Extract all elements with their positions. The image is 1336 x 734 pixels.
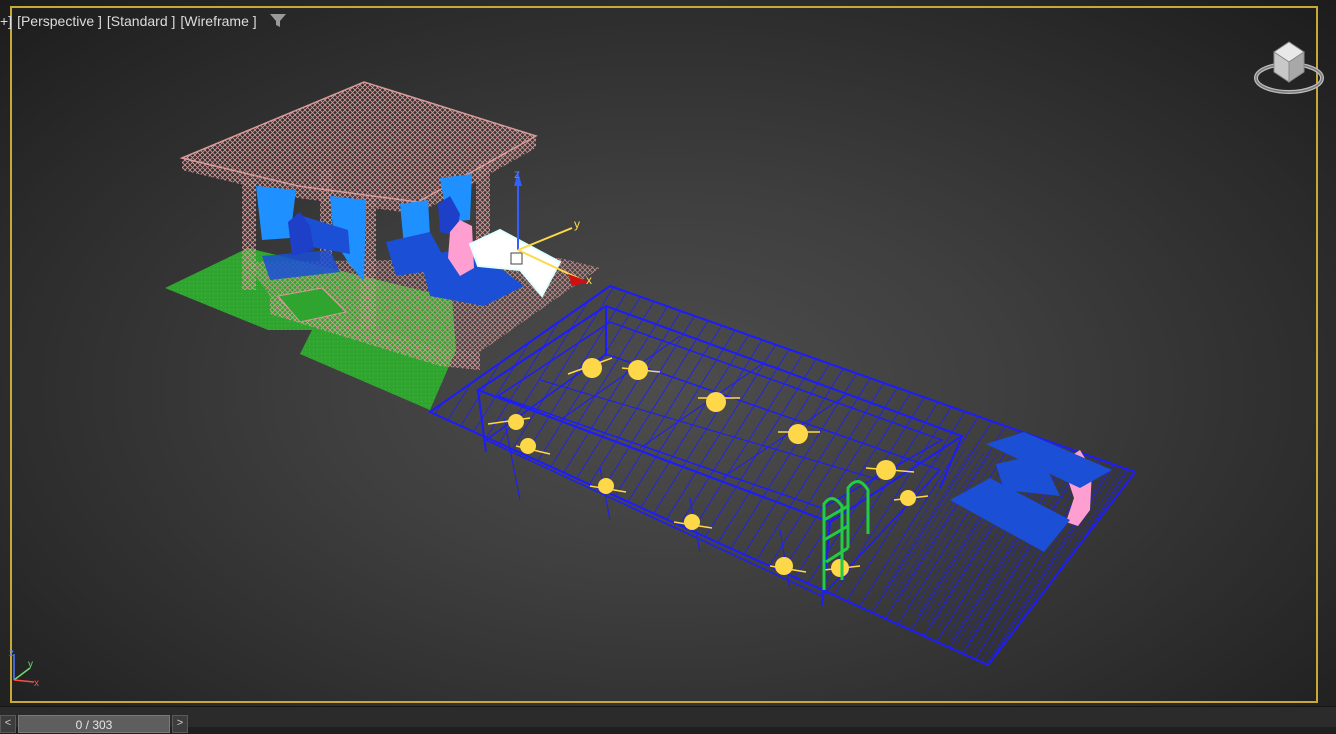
axis-tripod-icon: z y x [9,648,39,689]
viewport-general-menu[interactable]: +] [0,13,12,29]
viewport-shading-menu[interactable]: [Standard ] [107,13,176,29]
filter-icon[interactable] [270,14,286,28]
time-slider-handle[interactable]: 0 / 303 [18,715,170,733]
perspective-viewport[interactable]: z y x +] [Perspective ] [Standard ] [Wir… [0,0,1336,706]
time-slider-bar: < 0 / 303 > [0,706,1336,733]
gizmo-x-label: x [586,273,592,287]
viewport-display-menu[interactable]: [Wireframe ] [180,13,256,29]
axis-x-label: x [34,678,39,689]
gizmo-z-label: z [514,167,520,181]
gizmo-y-label: y [574,217,580,231]
next-frame-button[interactable]: > [172,715,188,733]
axis-y-label: y [28,659,33,670]
previous-frame-button[interactable]: < [0,715,16,733]
axis-z-label: z [9,648,14,659]
viewcube-icon[interactable] [1252,38,1326,100]
scene-canvas[interactable]: z y x [0,0,1336,706]
viewport-view-menu[interactable]: [Perspective ] [17,13,102,29]
viewport-label-menu[interactable]: +] [Perspective ] [Standard ] [Wireframe… [0,12,262,30]
